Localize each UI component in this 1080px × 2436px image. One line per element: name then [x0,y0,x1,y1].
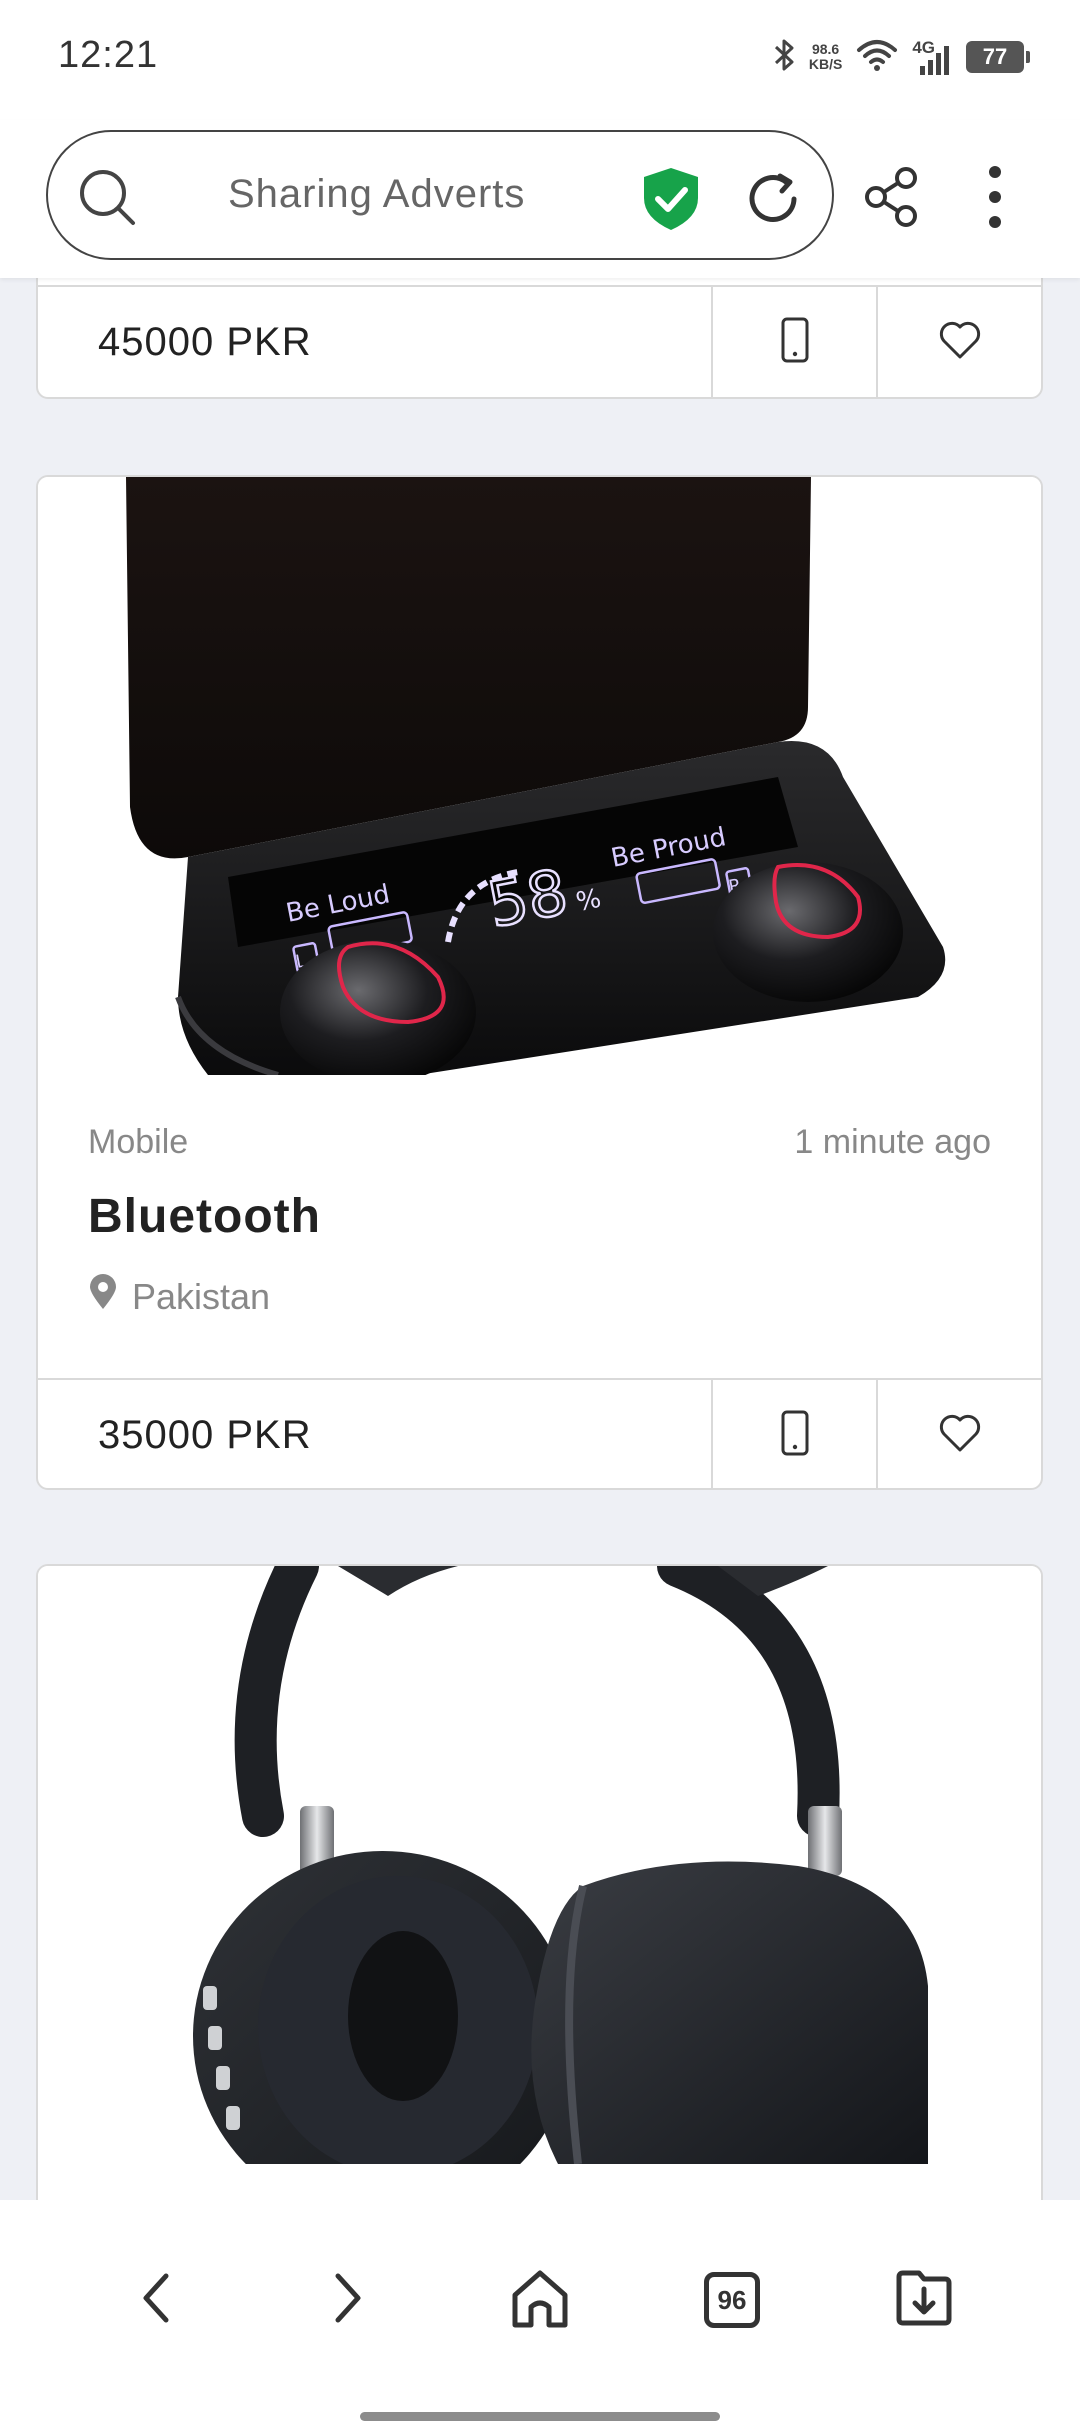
home-indicator[interactable] [360,2412,720,2421]
listing-category: Mobile [88,1123,189,1161]
tabs-icon: 96 [704,2272,760,2328]
percent-value: 58 [482,855,573,942]
call-button[interactable] [711,1380,876,1488]
listing-card[interactable]: 45000 PKR [36,278,1043,399]
signal-icon: 4G [912,38,952,76]
location-text: Pakistan [132,1275,271,1317]
favorite-button[interactable] [876,287,1041,397]
status-time: 12:21 [58,34,159,76]
listings-feed: 45000 PKR Be Loud Be Proud 58 % L R Mobi… [0,278,1080,2200]
price-row: 45000 PKR [38,285,1041,397]
listing-photo[interactable]: Be Loud Be Proud 58 % L R [38,477,1041,1084]
phone-icon [780,317,810,368]
bottom-navigation: 96 [0,2200,1080,2436]
forward-button[interactable] [308,2260,388,2340]
listing-time: 1 minute ago [794,1123,991,1161]
heart-icon [938,1413,982,1458]
listing-title[interactable]: Bluetooth [88,1189,321,1244]
favorite-button[interactable] [876,1380,1041,1488]
forward-arrow-icon [328,2270,368,2331]
listing-location: Pakistan [88,1273,270,1320]
phone-icon [780,1410,810,1461]
listing-card[interactable]: Be Loud Be Proud 58 % L R Mobile 1 minut… [36,475,1043,1490]
tabs-button[interactable]: 96 [692,2260,772,2340]
price-row: 35000 PKR [38,1378,1041,1488]
status-bar: 12:21 98.6 KB/S 4G 77 [0,0,1080,120]
home-button[interactable] [500,2260,580,2340]
share-icon[interactable] [864,166,920,233]
more-options-icon[interactable] [980,164,1010,235]
home-icon [509,2267,571,2334]
listing-photo[interactable] [38,1566,1041,2200]
wifi-icon [856,38,898,77]
reload-icon[interactable] [742,168,804,235]
listing-card[interactable] [36,1564,1043,2200]
location-pin-icon [88,1273,118,1320]
url-text[interactable]: Sharing Adverts [228,172,525,217]
heart-icon [938,320,982,365]
listing-price: 35000 PKR [98,1412,312,1457]
back-button[interactable] [116,2260,196,2340]
shield-check-icon[interactable] [640,166,702,237]
battery-icon: 77 [966,41,1030,73]
network-speed: 98.6 KB/S [808,41,843,72]
address-bar[interactable]: Sharing Adverts [46,130,834,260]
status-icons: 98.6 KB/S 4G 77 [773,34,1030,80]
browser-toolbar: Sharing Adverts [0,120,1080,278]
listing-price: 45000 PKR [98,319,312,364]
downloads-button[interactable] [884,2260,964,2340]
back-arrow-icon [136,2270,176,2331]
download-icon [893,2267,955,2334]
listing-meta: Mobile 1 minute ago [88,1123,991,1162]
search-icon[interactable] [78,168,138,233]
bluetooth-icon [773,38,795,77]
call-button[interactable] [711,287,876,397]
